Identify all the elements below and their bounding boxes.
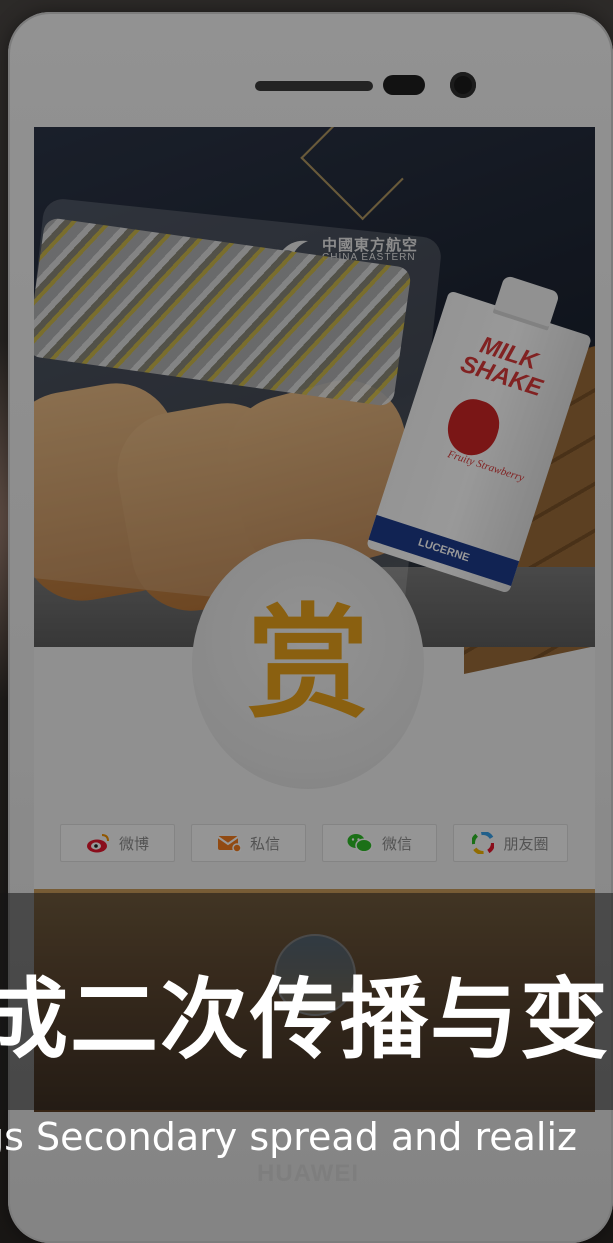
moments-icon xyxy=(472,832,495,854)
share-bar: 微博 私信 微信 朋友圈 xyxy=(60,824,595,864)
front-camera xyxy=(450,72,476,98)
weibo-icon xyxy=(86,834,109,853)
phone-brand-logo: HUAWEI xyxy=(257,1160,359,1187)
reward-button[interactable]: 赏 xyxy=(192,539,424,789)
caption-headline: 成二次传播与变 xyxy=(0,968,611,1071)
carton-title: MILK SHAKE xyxy=(457,331,546,403)
share-weibo-label: 微博 xyxy=(118,834,149,853)
airline-ornament-icon xyxy=(300,127,404,221)
carton-cap xyxy=(492,274,561,331)
share-message-button[interactable]: 私信 xyxy=(191,824,306,862)
caption-subline: gs Secondary spread and realiz xyxy=(0,1115,577,1159)
proximity-sensor xyxy=(383,75,425,95)
reward-label: 赏 xyxy=(247,593,369,735)
share-message-label: 私信 xyxy=(249,834,280,853)
share-moments-button[interactable]: 朋友圈 xyxy=(453,824,568,862)
share-wechat-button[interactable]: 微信 xyxy=(322,824,437,862)
wechat-icon xyxy=(347,834,373,853)
share-moments-label: 朋友圈 xyxy=(503,834,549,853)
share-wechat-label: 微信 xyxy=(381,834,412,853)
share-weibo-button[interactable]: 微博 xyxy=(60,824,175,862)
envelope-icon xyxy=(217,836,241,853)
carton-subtitle: Fruity Strawberry xyxy=(446,448,526,485)
earpiece-speaker xyxy=(255,81,373,91)
